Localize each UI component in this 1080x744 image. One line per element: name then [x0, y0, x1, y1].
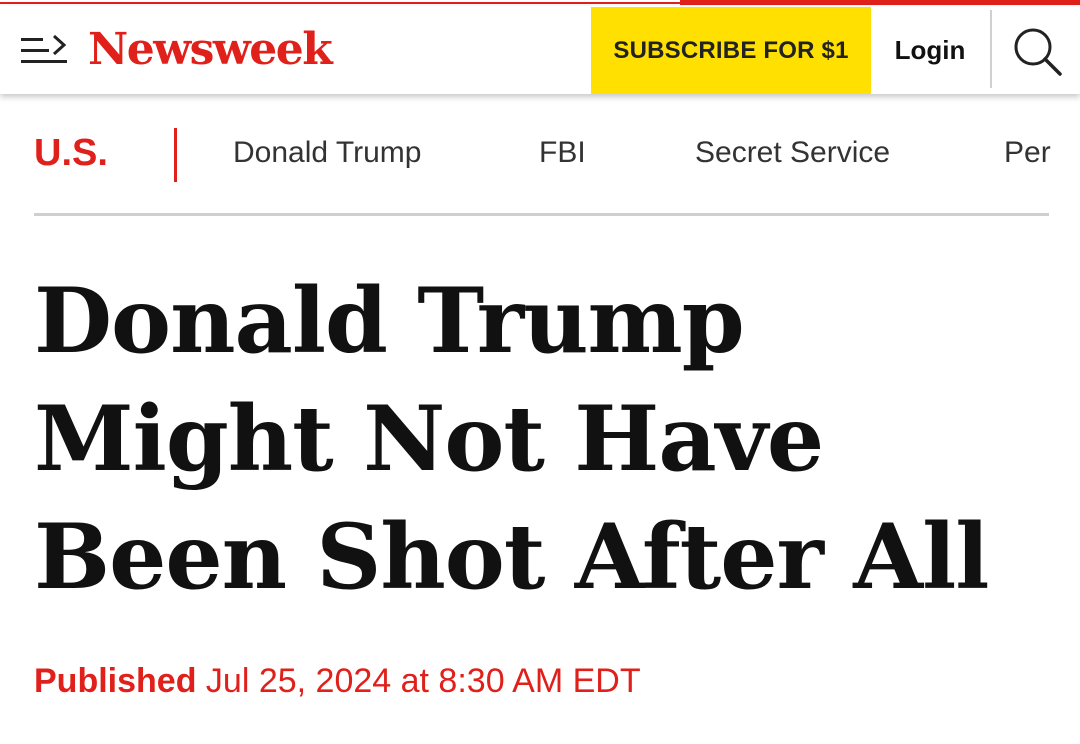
section-divider — [174, 128, 177, 182]
login-button[interactable]: Login — [880, 7, 980, 94]
subnav-item-fbi[interactable]: FBI — [539, 136, 586, 170]
menu-button[interactable] — [20, 32, 70, 68]
subnav-item-per[interactable]: Per — [1004, 136, 1051, 170]
header-divider — [990, 10, 992, 88]
section-subnav: U.S. Donald Trump FBI Secret Service Per — [34, 110, 1051, 216]
article-headline: Donald Trump Might Not Have Been Shot Af… — [34, 268, 989, 610]
published-line: Published Jul 25, 2024 at 8:30 AM EDT — [34, 662, 641, 701]
subnav-item-secret-service[interactable]: Secret Service — [695, 136, 890, 170]
accent-stripe-thick — [680, 0, 1080, 5]
search-button[interactable] — [1010, 24, 1064, 78]
accent-stripe-thin — [0, 2, 680, 4]
published-date: Jul 25, 2024 at 8:30 AM EDT — [205, 662, 641, 700]
published-label: Published — [34, 662, 197, 700]
subscribe-button[interactable]: SUBSCRIBE FOR $1 — [591, 7, 871, 94]
newsweek-logo[interactable]: Newsweek — [88, 22, 333, 78]
site-header: Newsweek SUBSCRIBE FOR $1 Login — [0, 6, 1080, 94]
search-icon — [1014, 28, 1062, 76]
subnav-item-donald-trump[interactable]: Donald Trump — [233, 136, 421, 170]
section-label-us[interactable]: U.S. — [34, 132, 108, 175]
menu-arrow-icon — [21, 34, 67, 63]
